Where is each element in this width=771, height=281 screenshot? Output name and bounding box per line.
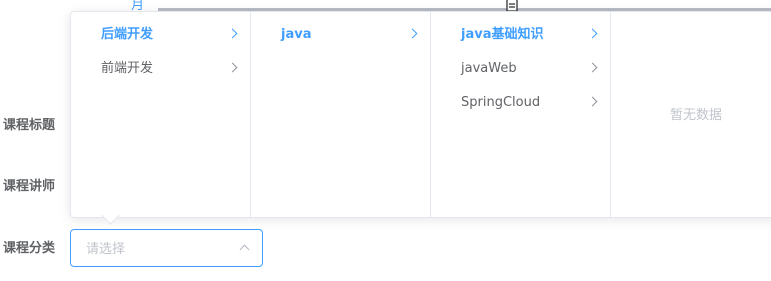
cascader-menu-level-2: java: [251, 12, 431, 217]
course-category-label: 课程分类: [3, 241, 56, 256]
cascader-node-backend[interactable]: 后端开发: [71, 18, 250, 52]
course-teacher-label: 课程讲师: [3, 179, 56, 194]
chevron-up-icon[interactable]: [239, 244, 250, 255]
cascader-menu-level-1: 后端开发 前端开发: [71, 12, 251, 217]
chevron-right-icon: [227, 62, 238, 73]
chevron-right-icon: [407, 28, 418, 39]
cascader-node-label: 前端开发: [101, 61, 154, 76]
chevron-right-icon: [587, 28, 598, 39]
course-title-label: 课程标题: [3, 118, 56, 133]
cascader-node-label: SpringCloud: [461, 95, 541, 110]
cascader-node-java-basics[interactable]: java基础知识: [431, 18, 610, 52]
chevron-right-icon: [227, 28, 238, 39]
cascader-node-springcloud[interactable]: SpringCloud: [431, 86, 610, 120]
cascader-node-label: javaWeb: [461, 61, 517, 76]
cascader-node-label: 后端开发: [101, 27, 154, 42]
empty-text: 暂无数据: [669, 108, 722, 123]
chevron-right-icon: [587, 62, 598, 73]
cascader-node-frontend[interactable]: 前端开发: [71, 52, 250, 86]
cascader-menu-level-3: java基础知识 javaWeb SpringCloud: [431, 12, 611, 217]
cascader-node-label: java: [281, 27, 312, 42]
category-select-input[interactable]: [71, 230, 238, 268]
cascader-menu-level-4: 暂无数据: [611, 12, 771, 217]
cascader-dropdown: 后端开发 前端开发 java java基础知识 javaWeb SpringCl…: [70, 11, 771, 218]
cascader-node-java[interactable]: java: [251, 18, 430, 52]
category-select[interactable]: [70, 229, 263, 268]
cascader-node-javaweb[interactable]: javaWeb: [431, 52, 610, 86]
cascader-node-label: java基础知识: [461, 27, 544, 42]
chevron-right-icon: [587, 96, 598, 107]
